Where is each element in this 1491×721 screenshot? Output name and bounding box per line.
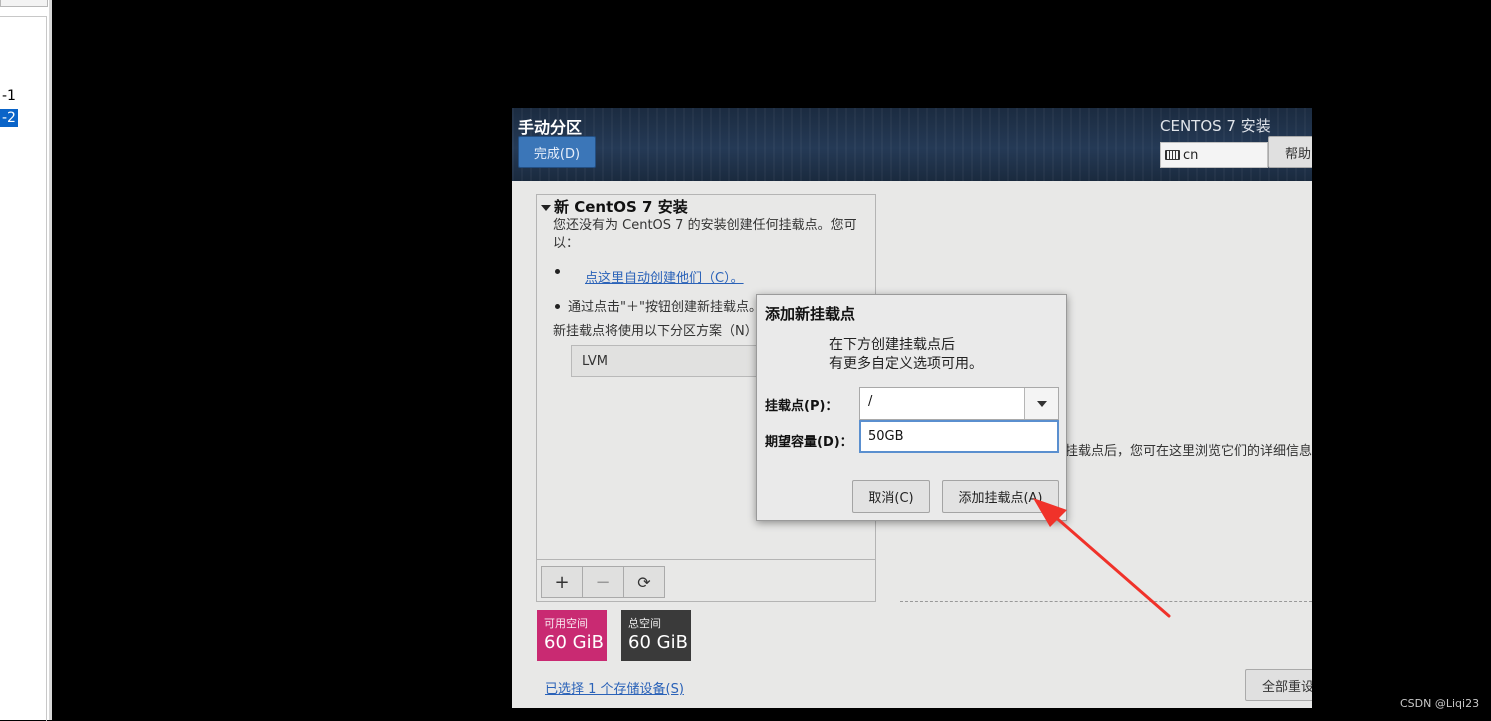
done-button[interactable]: 完成(D) [518, 136, 596, 168]
scheme-label: 新挂载点将使用以下分区方案（N） [553, 324, 758, 339]
selected-storage-link[interactable]: 已选择 1 个存储设备(S) [545, 678, 684, 697]
intro-text-line1: 您还没有为 CentOS 7 的安装创建任何挂载点。您可 [553, 218, 857, 233]
available-space-badge: 可用空间 60 GiB [537, 610, 607, 661]
add-mount-point-button[interactable]: 添加挂载点(A) [942, 480, 1059, 513]
dialog-title: 添加新挂载点 [765, 305, 856, 323]
bullet-icon [555, 304, 560, 309]
refresh-icon[interactable]: ⟳ [623, 566, 665, 598]
desired-capacity-input[interactable] [859, 420, 1059, 453]
help-button[interactable]: 帮助 [1268, 136, 1312, 168]
product-title: CENTOS 7 安装 [1160, 117, 1271, 135]
cancel-button[interactable]: 取消(C) [852, 480, 930, 513]
total-space-badge: 总空间 60 GiB [621, 610, 691, 661]
available-space-value: 60 GiB [544, 632, 604, 653]
bullet-icon [555, 269, 560, 274]
total-space-label: 总空间 [628, 617, 661, 630]
add-mount-point-dialog: 添加新挂载点 在下方创建挂载点后 有更多自定义选项可用。 挂载点(P)： / 期… [756, 294, 1067, 521]
host-tree-panel: -1 -2 [0, 0, 50, 721]
host-tree-item-1[interactable]: -1 [0, 87, 18, 105]
mount-point-value[interactable]: / [868, 394, 872, 409]
mount-toolbar: + − ⟳ [537, 559, 875, 602]
chevron-down-icon [1036, 400, 1047, 407]
details-info-text: 挂载点后，您可在这里浏览它们的详细信息。 [1065, 444, 1312, 459]
page-title: 手动分区 [518, 118, 583, 137]
watermark: CSDN @Liqi23 [1400, 697, 1480, 710]
desired-capacity-label: 期望容量(D)： [765, 435, 853, 450]
add-mount-button[interactable]: + [541, 566, 583, 598]
host-tree-item-2-selected[interactable]: -2 [0, 109, 18, 127]
dialog-desc-line1: 在下方创建挂载点后 [829, 337, 955, 353]
keyboard-layout-indicator[interactable]: cn [1160, 142, 1268, 168]
intro-text-line2: 以： [553, 236, 580, 251]
host-splitter[interactable] [49, 0, 52, 720]
dialog-desc-line2: 有更多自定义选项可用。 [829, 356, 983, 372]
reset-all-button[interactable]: 全部重设 [1245, 669, 1312, 701]
installer-header: 手动分区 完成(D) CENTOS 7 安装 cn 帮助 [512, 108, 1312, 181]
auto-create-link[interactable]: 点这里自动创建他们（C）。 [585, 267, 744, 286]
manual-hint-text: 通过点击"＋"按钮创建新挂载点。 [568, 300, 762, 315]
install-tree-header[interactable]: 新 CentOS 7 安装 [541, 196, 688, 217]
details-divider [900, 601, 1312, 602]
keyboard-icon [1165, 150, 1180, 160]
available-space-label: 可用空间 [544, 617, 588, 630]
mount-point-label: 挂载点(P)： [765, 399, 839, 414]
mount-point-dropdown-button[interactable] [1024, 388, 1058, 419]
keyboard-layout-label: cn [1183, 147, 1199, 163]
install-tree-title: 新 CentOS 7 安装 [554, 198, 688, 216]
total-space-value: 60 GiB [628, 632, 688, 653]
host-tab[interactable] [0, 0, 48, 7]
expand-triangle-icon [541, 204, 551, 211]
dialog-description: 在下方创建挂载点后 有更多自定义选项可用。 [829, 336, 983, 374]
remove-mount-button[interactable]: − [582, 566, 624, 598]
mount-point-combo[interactable]: / [859, 387, 1059, 420]
